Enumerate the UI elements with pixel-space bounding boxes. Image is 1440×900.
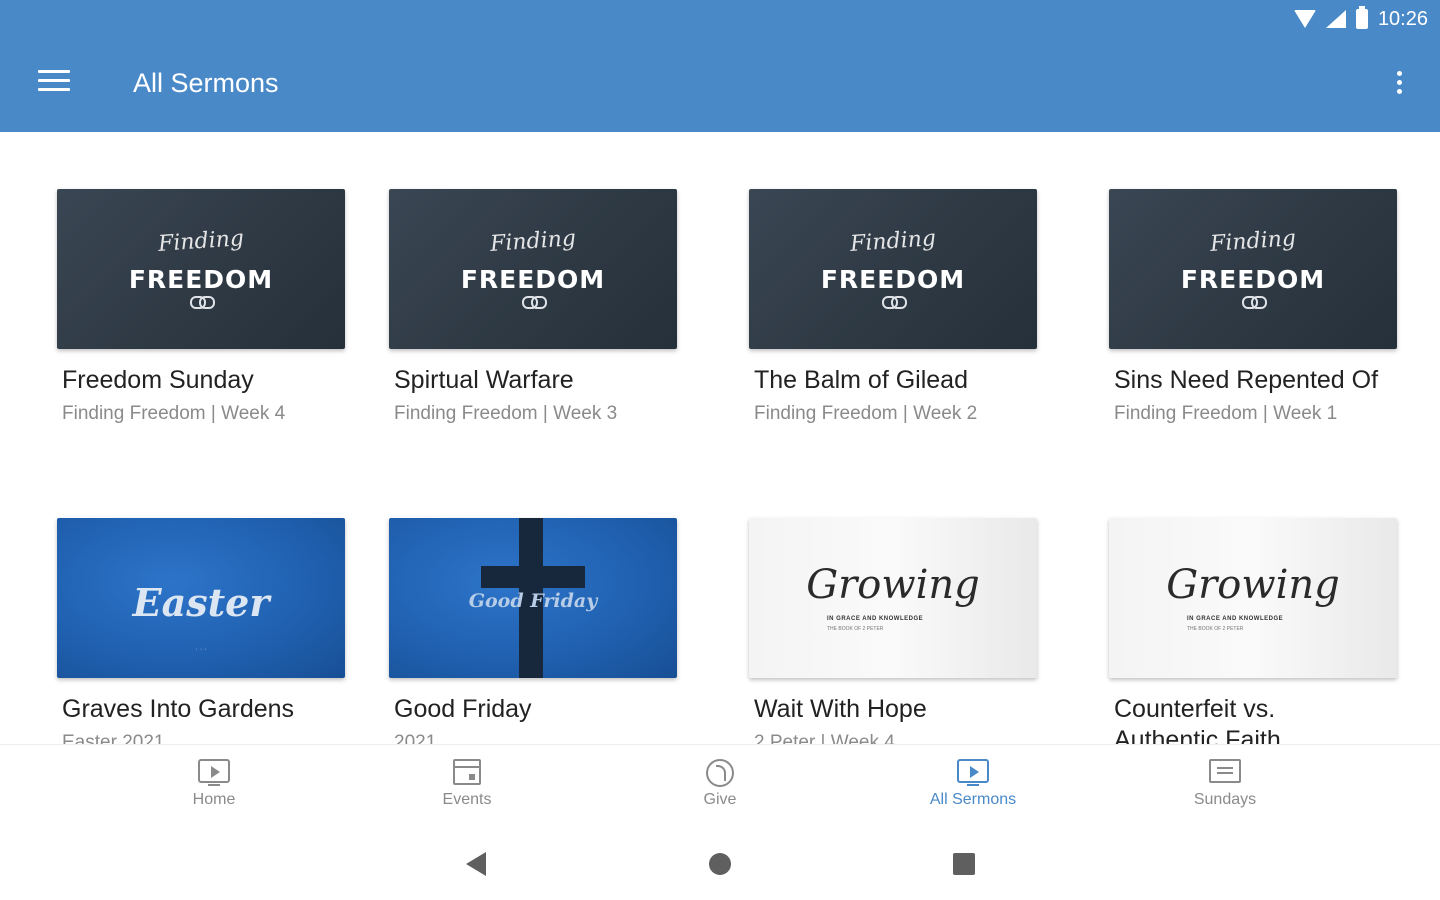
signal-icon [1325, 10, 1346, 28]
sermon-subtitle: 2 Peter | Week 4 [754, 732, 895, 744]
sermon-title: Graves Into Gardens [62, 695, 295, 723]
nav-label: All Sermons [929, 791, 1017, 808]
sermon-card[interactable]: Growing IN GRACE AND KNOWLEDGE THE BOOK … [749, 518, 1041, 744]
sermon-thumbnail: Finding FREEDOM [1109, 189, 1397, 349]
thumbnail-title-text: FREEDOM [460, 265, 606, 294]
nav-events[interactable]: Events [397, 759, 537, 809]
thumbnail-title-text: FREEDOM [128, 265, 274, 294]
nav-sundays[interactable]: Sundays [1155, 759, 1295, 809]
sermon-title-continued: Authentic Faith [1114, 726, 1281, 744]
sermon-subtitle: Finding Freedom | Week 3 [394, 403, 618, 424]
thumbnail-subtitle-text: IN GRACE AND KNOWLEDGE [827, 616, 924, 622]
tv-icon [198, 759, 230, 787]
thumbnail-script-text: Finding [1209, 226, 1297, 257]
page-title: All Sermons [133, 68, 279, 98]
sermon-subtitle: 2021 [394, 732, 437, 744]
document-icon [1209, 759, 1241, 787]
thumbnail-script-text: Finding [489, 226, 577, 257]
back-icon[interactable] [466, 852, 486, 876]
tv-icon [957, 759, 989, 787]
sermon-card[interactable]: Good Friday Good Friday 2021 [389, 518, 681, 744]
sermon-subtitle: Easter 2021 [62, 732, 165, 744]
sermon-thumbnail: Finding FREEDOM [389, 189, 677, 349]
sermon-title: Counterfeit vs. [1114, 695, 1276, 723]
home-circle-icon[interactable] [709, 853, 731, 875]
sermon-subtitle: Finding Freedom | Week 2 [754, 403, 978, 424]
thumbnail-script-text: Growing [1166, 562, 1340, 608]
nav-label: Sundays [1193, 791, 1257, 808]
status-time: 10:26 [1377, 7, 1428, 30]
nav-all-sermons[interactable]: All Sermons [903, 759, 1043, 809]
thumbnail-fine-print: THE BOOK OF 2 PETER [1187, 626, 1244, 632]
link-icon [1242, 296, 1267, 309]
sermon-card[interactable]: Finding FREEDOM Freedom Sunday Finding F… [57, 189, 349, 425]
sermon-title: Freedom Sunday [62, 366, 254, 394]
sermon-subtitle: Finding Freedom | Week 4 [62, 403, 286, 424]
link-icon [882, 296, 907, 309]
thumbnail-script-text: Finding [849, 226, 937, 257]
recent-apps-icon[interactable] [953, 853, 975, 875]
sermon-subtitle: Finding Freedom | Week 1 [1114, 403, 1338, 424]
thumbnail-script-text: Good Friday [468, 590, 598, 612]
sermon-thumbnail: Finding FREEDOM [57, 189, 345, 349]
sermon-title: Good Friday [394, 695, 532, 723]
app-bar: 10:26 All Sermons [0, 0, 1440, 132]
nav-home[interactable]: Home [144, 759, 284, 809]
sermon-title: Sins Need Repented Of [1114, 366, 1379, 394]
thumbnail-script-text: Growing [806, 562, 980, 608]
battery-icon [1355, 6, 1368, 29]
status-bar: 10:26 [1293, 6, 1428, 32]
thumbnail-fine-print: · · · [195, 646, 207, 653]
sermon-thumbnail: Growing IN GRACE AND KNOWLEDGE THE BOOK … [749, 518, 1037, 678]
sermon-title: Spirtual Warfare [394, 366, 574, 394]
thumbnail-title-text: FREEDOM [1180, 265, 1326, 294]
link-icon [522, 296, 547, 309]
sermon-title: The Balm of Gilead [754, 366, 968, 394]
bottom-navigation: Home Events Give All Sermons Sundays [0, 744, 1440, 830]
nav-label: Home [192, 791, 236, 808]
sermon-thumbnail: Good Friday [389, 518, 677, 678]
thumbnail-fine-print: THE BOOK OF 2 PETER [827, 626, 884, 632]
sermon-card[interactable]: Growing IN GRACE AND KNOWLEDGE THE BOOK … [1109, 518, 1401, 744]
calendar-icon [451, 759, 483, 787]
cross-bar [481, 566, 585, 588]
sermon-card[interactable]: Easter · · · Graves Into Gardens Easter … [57, 518, 349, 744]
thumbnail-script-text: Easter [132, 580, 270, 625]
give-icon [704, 759, 736, 787]
nav-give[interactable]: Give [650, 759, 790, 809]
sermon-card[interactable]: Finding FREEDOM The Balm of Gilead Findi… [749, 189, 1041, 425]
nav-label: Events [442, 791, 492, 808]
thumbnail-script-text: Finding [157, 226, 245, 257]
sermon-card[interactable]: Finding FREEDOM Spirtual Warfare Finding… [389, 189, 681, 425]
sermon-title: Wait With Hope [754, 695, 927, 723]
hamburger-menu-icon[interactable] [38, 70, 70, 94]
system-navigation-bar [0, 830, 1440, 900]
wifi-icon [1293, 10, 1316, 28]
nav-label: Give [703, 791, 737, 808]
sermon-thumbnail: Finding FREEDOM [749, 189, 1037, 349]
link-icon [190, 296, 215, 309]
sermon-thumbnail: Growing IN GRACE AND KNOWLEDGE THE BOOK … [1109, 518, 1397, 678]
sermon-grid: Finding FREEDOM Freedom Sunday Finding F… [0, 132, 1440, 744]
sermon-thumbnail: Easter · · · [57, 518, 345, 678]
thumbnail-title-text: FREEDOM [820, 265, 966, 294]
thumbnail-subtitle-text: IN GRACE AND KNOWLEDGE [1187, 616, 1284, 622]
sermon-card[interactable]: Finding FREEDOM Sins Need Repented Of Fi… [1109, 189, 1401, 425]
overflow-menu-icon[interactable] [1394, 71, 1404, 99]
